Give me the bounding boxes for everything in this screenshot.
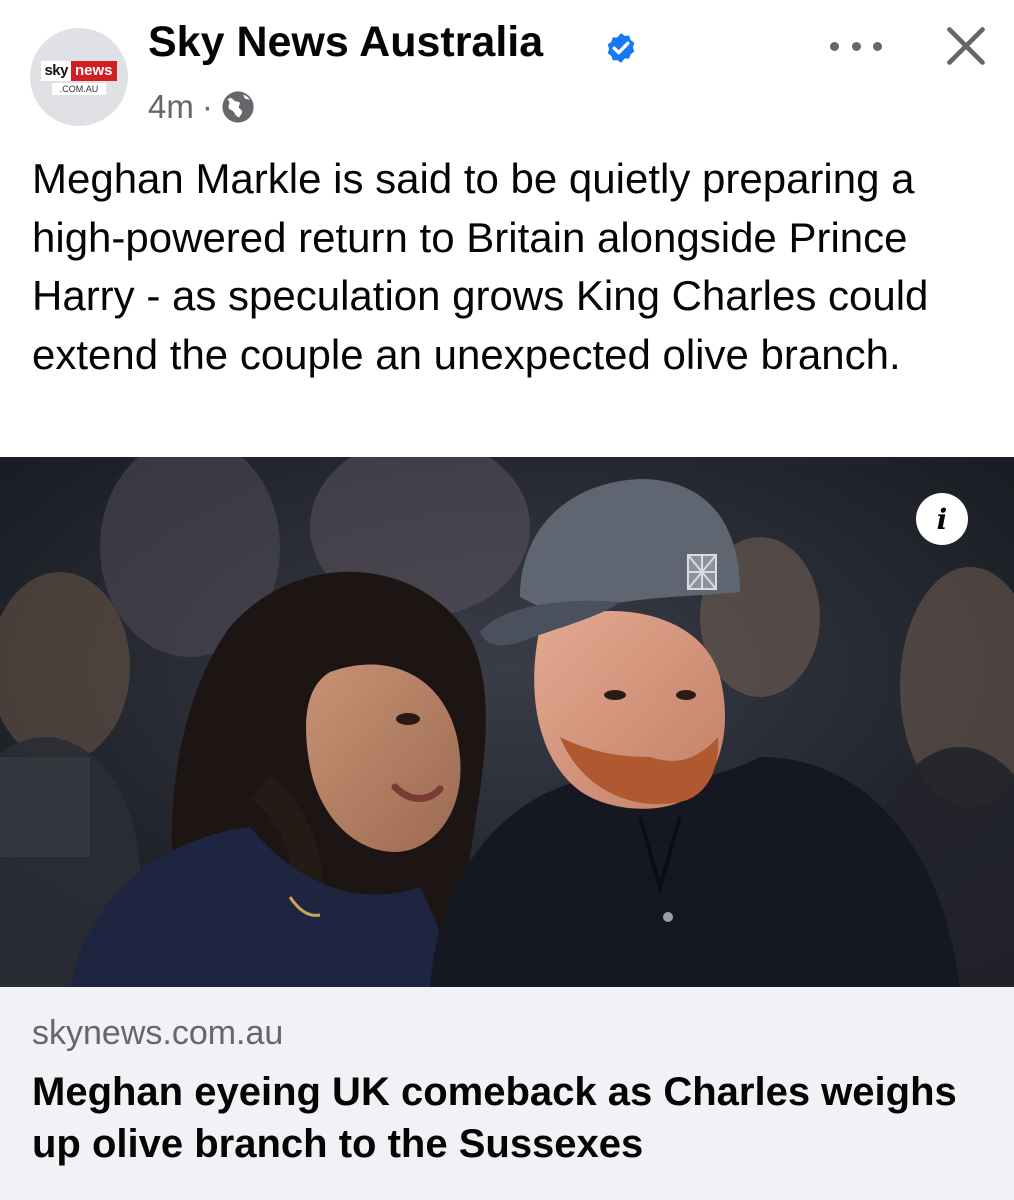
link-domain: skynews.com.au (32, 1014, 284, 1052)
close-icon[interactable] (944, 24, 988, 68)
logo-domain-text: .COM.AU (51, 82, 107, 95)
info-icon[interactable]: i (916, 493, 968, 545)
link-title[interactable]: Meghan eyeing UK comeback as Charles wei… (32, 1066, 992, 1170)
post-caption: Meghan Markle is said to be quietly prep… (32, 155, 929, 378)
globe-icon (222, 91, 254, 123)
sky-news-logo: sky news .COM.AU (39, 60, 119, 95)
post-meta: 4m · (148, 84, 255, 130)
photo-illustration (0, 457, 1014, 987)
post-header: sky news .COM.AU Sky News Australia 4m · (0, 0, 1014, 140)
page-avatar[interactable]: sky news .COM.AU (30, 28, 128, 126)
logo-sky-text: sky (41, 60, 71, 81)
page-name[interactable]: Sky News Australia (148, 18, 543, 67)
logo-news-text: news (71, 60, 117, 81)
article-photo[interactable] (0, 457, 1014, 987)
more-horizontal-icon[interactable] (830, 34, 882, 58)
post-timestamp[interactable]: 4m (148, 88, 194, 126)
meta-separator: · (201, 88, 213, 125)
verified-badge-icon (607, 33, 635, 63)
